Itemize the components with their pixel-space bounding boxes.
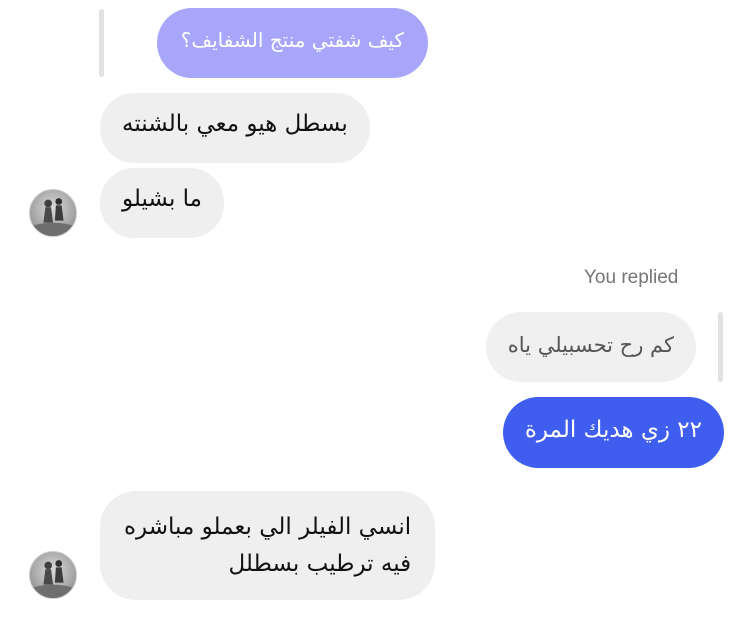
incoming-message-bubble[interactable]: ما بشيلو xyxy=(100,168,224,238)
message-text-line: انسي الفيلر الي بعملو مباشره xyxy=(124,514,412,540)
message-text: ٢٢ زي هديك المرة xyxy=(524,417,702,443)
message-text: ما بشيلو xyxy=(122,186,202,212)
quoted-message-text: كم رح تحسبيلي ياه xyxy=(507,333,674,357)
quoted-message-bubble[interactable]: كيف شفتي منتج الشفايف؟ xyxy=(156,8,428,78)
outgoing-message-bubble[interactable]: ٢٢ زي هديك المرة xyxy=(502,397,724,468)
reply-quote-bar xyxy=(718,312,723,382)
quoted-message-text: كيف شفتي منتج الشفايف؟ xyxy=(180,28,404,52)
message-text-line: فيه ترطيب بسطلل xyxy=(228,551,412,577)
contact-avatar-icon[interactable] xyxy=(29,189,77,237)
chat-thread: { "messages": { "quoted_incoming": "كيف … xyxy=(0,0,739,621)
message-text: بسطل هيو معي بالشنته xyxy=(122,111,348,137)
incoming-message-bubble[interactable]: بسطل هيو معي بالشنته xyxy=(100,93,370,163)
reply-quote-bar xyxy=(99,9,104,77)
you-replied-label: You replied xyxy=(584,267,679,288)
contact-avatar-icon[interactable] xyxy=(29,551,77,599)
quoted-message-bubble[interactable]: كم رح تحسبيلي ياه xyxy=(485,312,696,382)
incoming-message-bubble[interactable]: انسي الفيلر الي بعملو مباشره فيه ترطيب ب… xyxy=(100,491,436,600)
